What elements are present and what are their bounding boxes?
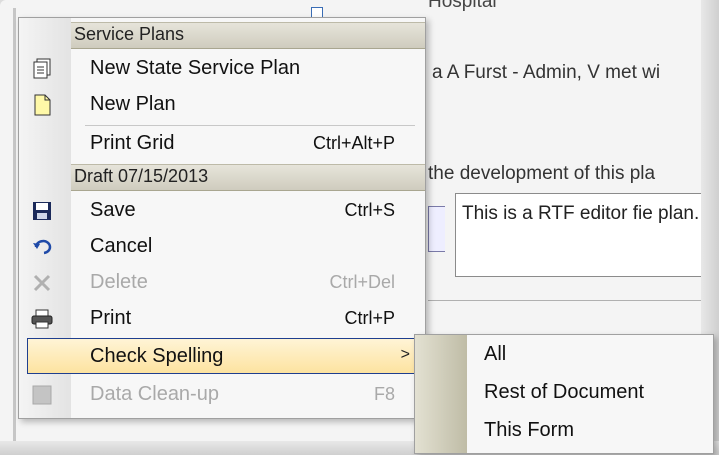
undo-arrow-icon	[31, 236, 53, 258]
section-header-draft: Draft 07/15/2013	[71, 164, 425, 191]
menu-item-label: New State Service Plan	[90, 57, 301, 79]
menu-item-data-clean-up[interactable]: Data Clean-up F8	[19, 377, 425, 413]
submenu-item-this-form[interactable]: This Form	[484, 419, 574, 442]
background-development-text: the development of this pla	[428, 163, 656, 184]
submenu-item-rest-of-document[interactable]: Rest of Document	[484, 381, 644, 404]
menu-item-label: Print	[90, 307, 132, 329]
menu-item-new-plan[interactable]: New Plan	[19, 87, 425, 123]
document-stack-icon	[31, 58, 53, 80]
delete-x-icon	[31, 272, 53, 294]
menu-item-shortcut: Ctrl+Alt+P	[312, 133, 395, 153]
menu-item-shortcut: F8	[373, 384, 395, 404]
menu-item-label: New Plan	[90, 93, 176, 115]
menu-item-shortcut: Ctrl+P	[344, 308, 395, 328]
background-divider	[428, 300, 718, 301]
menu-item-label: Save	[90, 199, 136, 221]
menu-item-check-spelling[interactable]: Check Spelling >	[27, 338, 425, 374]
floppy-disk-icon	[31, 200, 53, 222]
printer-icon	[31, 308, 53, 330]
new-document-icon	[31, 94, 53, 116]
menu-item-delete[interactable]: Delete Ctrl+Del	[19, 265, 425, 301]
rtf-editor-field[interactable]: This is a RTF editor fie plan.	[455, 193, 716, 277]
submenu-item-all[interactable]: All	[484, 343, 506, 366]
check-spelling-submenu: All Rest of Document This Form	[414, 334, 714, 454]
menu-item-cancel[interactable]: Cancel	[19, 229, 425, 265]
background-title-text: Hospital	[428, 0, 497, 12]
data-cleanup-icon	[31, 384, 53, 406]
submenu-arrow-icon: >	[400, 346, 410, 363]
window-left-edge	[13, 8, 16, 448]
menu-item-print-grid[interactable]: Print Grid Ctrl+Alt+P	[19, 126, 425, 162]
context-menu: Service Plans New State Service Plan New…	[18, 17, 426, 419]
menu-item-save[interactable]: Save Ctrl+S	[19, 193, 425, 229]
section-header-label: Draft 07/15/2013	[74, 166, 209, 186]
menu-item-label: Data Clean-up	[90, 383, 219, 405]
menu-item-shortcut: Ctrl+Del	[329, 272, 395, 292]
menu-item-label: Check Spelling	[90, 345, 224, 367]
section-header-service-plans: Service Plans	[71, 22, 425, 49]
menu-item-label: Print Grid	[90, 132, 175, 154]
menu-item-label: Delete	[90, 271, 148, 293]
menu-item-label: Cancel	[90, 235, 153, 257]
section-header-label: Service Plans	[74, 24, 185, 44]
background-participants-text: a A Furst - Admin, V met wi	[432, 62, 661, 83]
menu-item-new-state-service-plan[interactable]: New State Service Plan	[19, 51, 425, 87]
menu-item-print[interactable]: Print Ctrl+P	[19, 301, 425, 337]
submenu-icon-gutter	[415, 335, 467, 453]
rtf-editor-text: This is a RTF editor fie plan.	[462, 203, 700, 224]
menu-item-shortcut: Ctrl+S	[344, 200, 395, 220]
rtf-field-handle[interactable]	[428, 206, 445, 252]
